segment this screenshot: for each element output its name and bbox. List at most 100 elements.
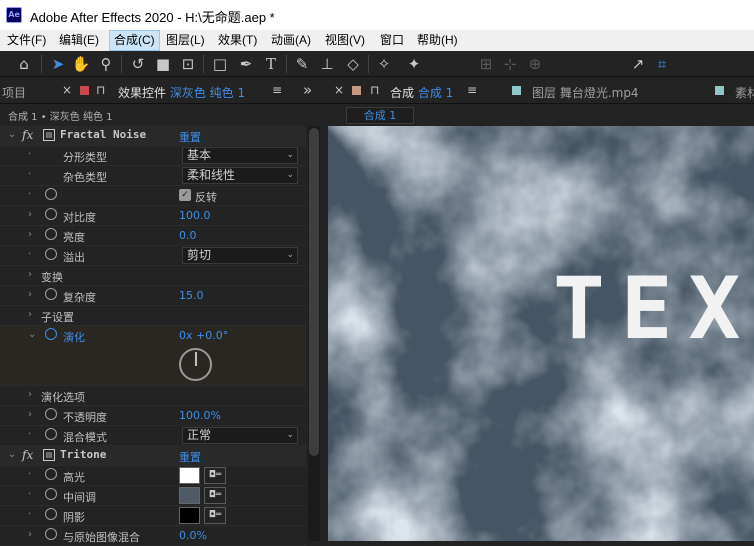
- hand-icon[interactable]: ✋: [71, 54, 91, 74]
- evolution-angle-dial[interactable]: [179, 348, 212, 381]
- property-group-row[interactable]: › 子设置: [0, 306, 306, 326]
- rectangle-icon[interactable]: □: [210, 54, 230, 74]
- close-icon[interactable]: ×: [62, 83, 72, 97]
- twirl-right-icon[interactable]: ›: [28, 209, 32, 220]
- pan-behind-icon[interactable]: ⊡: [178, 54, 198, 74]
- twirl-right-icon[interactable]: ›: [28, 409, 32, 420]
- twirl-down-icon[interactable]: ⌄: [28, 329, 36, 340]
- twirl-down-icon[interactable]: ⌄: [8, 449, 16, 460]
- snap-toggle-icon[interactable]: ⌗: [652, 54, 672, 74]
- tab-effect-controls[interactable]: 效果控件 深灰色 纯色 1: [118, 84, 245, 101]
- panel-menu-icon[interactable]: ≡: [467, 83, 477, 97]
- group-label: 演化选项: [41, 391, 85, 404]
- tab-layer[interactable]: 图层 舞台燈光.mp4: [532, 84, 639, 101]
- comp-text-layer[interactable]: TEXT: [553, 266, 754, 352]
- stopwatch-icon[interactable]: [45, 228, 57, 240]
- puppet-pin-icon[interactable]: ✦: [404, 54, 424, 74]
- eraser-icon[interactable]: ◇: [343, 54, 363, 74]
- fx-icon[interactable]: fx: [22, 128, 33, 142]
- twirl-right-icon[interactable]: ›: [28, 229, 32, 240]
- twirl-right-icon[interactable]: ›: [28, 289, 32, 300]
- zoom-icon[interactable]: ⚲: [96, 54, 116, 74]
- fractal-type-dropdown[interactable]: 基本 ⌄: [182, 147, 298, 164]
- highlights-color-swatch[interactable]: [179, 467, 200, 484]
- stopwatch-icon[interactable]: [45, 528, 57, 540]
- property-row: · 阴影 ◘═: [0, 506, 306, 526]
- comp-flowchart-tab[interactable]: 合成 1: [346, 107, 414, 124]
- stopwatch-icon[interactable]: [45, 248, 57, 260]
- menu-view[interactable]: 视图(V): [321, 30, 369, 51]
- left-panel-tabs: 项目 × ⊓ 效果控件 深灰色 纯色 1 ≡ »: [0, 78, 322, 104]
- stopwatch-icon[interactable]: [45, 468, 57, 480]
- tab-footage[interactable]: 素材: [735, 84, 754, 101]
- menu-edit[interactable]: 编辑(E): [55, 30, 103, 51]
- lock-icon[interactable]: ⊓: [370, 83, 379, 97]
- menu-file[interactable]: 文件(F): [3, 30, 50, 51]
- evolution-value[interactable]: 0x +0.0°: [179, 329, 228, 342]
- blend-mode-dropdown[interactable]: 正常 ⌄: [182, 427, 298, 444]
- stopwatch-icon[interactable]: [45, 328, 57, 340]
- clone-stamp-icon[interactable]: ⊥: [317, 54, 337, 74]
- reset-button[interactable]: 重置: [179, 129, 201, 145]
- fx-icon[interactable]: fx: [22, 448, 33, 462]
- menu-effect[interactable]: 效果(T): [214, 30, 261, 51]
- stopwatch-icon[interactable]: [45, 408, 57, 420]
- composition-viewer[interactable]: TEXT: [328, 126, 754, 541]
- stopwatch-icon[interactable]: [45, 188, 57, 200]
- twirl-down-icon[interactable]: ⌄: [8, 129, 16, 140]
- effect-header-tritone[interactable]: ⌄ fx ▤ Tritone 重置: [0, 446, 306, 466]
- noise-type-dropdown[interactable]: 柔和线性 ⌄: [182, 167, 298, 184]
- menu-help[interactable]: 帮助(H): [413, 30, 462, 51]
- panel-menu-icon[interactable]: ≡: [272, 83, 282, 97]
- breadcrumb: 合成 1 • 深灰色 纯色 1: [8, 112, 113, 123]
- vertical-scrollbar[interactable]: [308, 126, 320, 541]
- align-icon: ⊞: [479, 55, 493, 73]
- camera-icon[interactable]: ■: [153, 54, 173, 74]
- pen-icon[interactable]: ✒: [236, 54, 256, 74]
- tab-composition[interactable]: 合成 合成 1: [390, 84, 453, 101]
- menu-composition[interactable]: 合成(C): [109, 30, 160, 51]
- menu-layer[interactable]: 图层(L): [162, 30, 209, 51]
- lock-icon[interactable]: ⊓: [96, 83, 105, 97]
- stopwatch-icon[interactable]: [45, 428, 57, 440]
- stopwatch-icon[interactable]: [45, 208, 57, 220]
- blend-with-original-value[interactable]: 0.0%: [179, 529, 207, 542]
- property-row: › 与原始图像混合 0.0%: [0, 526, 306, 546]
- selection-arrow-icon[interactable]: ➤: [48, 54, 68, 74]
- twirl-right-icon[interactable]: ›: [28, 389, 32, 400]
- contrast-value[interactable]: 100.0: [179, 209, 211, 222]
- tab-project[interactable]: 项目: [2, 84, 26, 101]
- brightness-value[interactable]: 0.0: [179, 229, 197, 242]
- twirl-right-icon[interactable]: ›: [28, 309, 32, 320]
- shadows-color-swatch[interactable]: [179, 507, 200, 524]
- overflow-dropdown[interactable]: 剪切 ⌄: [182, 247, 298, 264]
- twirl-right-icon[interactable]: ›: [28, 269, 32, 280]
- twirl-right-icon[interactable]: ›: [28, 529, 32, 540]
- eyedropper-icon[interactable]: ◘═: [204, 487, 226, 504]
- eyedropper-icon[interactable]: ◘═: [204, 507, 226, 524]
- rotate-icon[interactable]: ↺: [128, 54, 148, 74]
- panel-expand-icon[interactable]: »: [303, 81, 312, 99]
- stopwatch-icon[interactable]: [45, 288, 57, 300]
- property-group-row[interactable]: › 演化选项: [0, 386, 306, 406]
- roto-brush-icon[interactable]: ✧: [374, 54, 394, 74]
- menu-animation[interactable]: 动画(A): [267, 30, 315, 51]
- scrollbar-thumb[interactable]: [309, 128, 319, 456]
- close-icon[interactable]: ×: [334, 83, 344, 97]
- type-icon[interactable]: T: [261, 54, 281, 74]
- property-group-row[interactable]: › 变换: [0, 266, 306, 286]
- midtones-color-swatch[interactable]: [179, 487, 200, 504]
- complexity-value[interactable]: 15.0: [179, 289, 204, 302]
- stopwatch-icon[interactable]: [45, 488, 57, 500]
- invert-checkbox[interactable]: ✓: [179, 189, 191, 201]
- stopwatch-icon[interactable]: [45, 508, 57, 520]
- reset-button[interactable]: 重置: [179, 449, 201, 465]
- home-icon[interactable]: ⌂: [14, 54, 34, 74]
- property-row: › 亮度 0.0: [0, 226, 306, 246]
- opacity-value[interactable]: 100.0%: [179, 409, 221, 422]
- brush-icon[interactable]: ✎: [292, 54, 312, 74]
- menu-window[interactable]: 窗口: [376, 30, 408, 51]
- eyedropper-icon[interactable]: ◘═: [204, 467, 226, 484]
- snap-options-icon[interactable]: ↗: [628, 54, 648, 74]
- effect-header-fractal-noise[interactable]: ⌄ fx ▤ Fractal Noise 重置: [0, 126, 306, 146]
